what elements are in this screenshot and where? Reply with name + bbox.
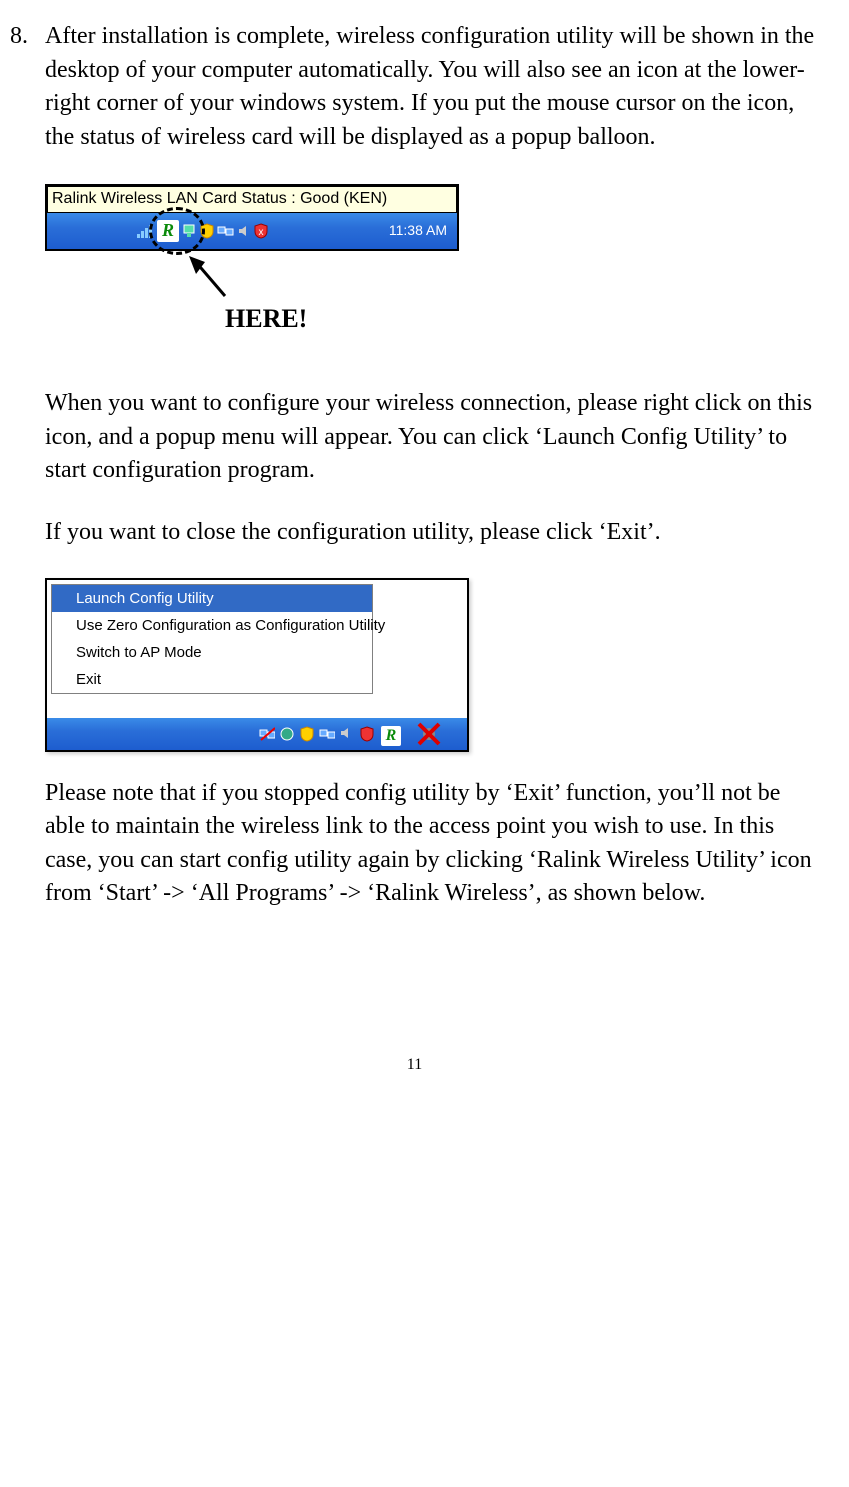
page-number: 11 [10,1054,819,1076]
windows-taskbar: R x [47,213,457,249]
volume-icon [237,214,251,248]
taskbar-clock: 11:38 AM [389,221,457,241]
menu-item-zero-config[interactable]: Use Zero Configuration as Configuration … [52,612,372,639]
paragraph-2: When you want to configure your wireless… [45,387,819,488]
red-x-annotation [415,720,443,757]
tray-network-disabled-icon [257,717,277,751]
svg-text:x: x [259,227,264,238]
security-alert-icon: x [253,214,269,248]
tray-volume-icon [337,717,357,751]
context-menu: Launch Config Utility Use Zero Configura… [51,584,373,694]
step-content: After installation is complete, wireless… [45,20,819,939]
tooltip-taskbar-container: Ralink Wireless LAN Card Status : Good (… [45,184,459,250]
tray-security-alert-icon [357,717,377,751]
step-number: 8. [10,20,45,54]
windows-taskbar-2: R [47,718,467,750]
highlight-circle [149,207,205,255]
tooltip-status-text: Ralink Wireless LAN Card Status : Good (… [47,186,457,212]
tray-globe-icon [277,717,297,751]
paragraph-1: After installation is complete, wireless… [45,20,819,154]
network-computers-icon [217,214,235,248]
here-label: HERE! [225,301,819,337]
menu-item-exit[interactable]: Exit [52,666,372,693]
context-menu-figure: Launch Config Utility Use Zero Configura… [45,578,469,752]
paragraph-4: Please note that if you stopped config u… [45,777,819,911]
arrow-icon [185,256,245,306]
tray-shield-icon [297,717,317,751]
step-8: 8. After installation is complete, wirel… [10,20,819,939]
menu-item-ap-mode[interactable]: Switch to AP Mode [52,639,372,666]
menu-item-launch-config[interactable]: Launch Config Utility [52,585,372,612]
tray-ralink-icon[interactable]: R [381,717,401,751]
tray-computers-icon [317,717,337,751]
paragraph-3: If you want to close the configuration u… [45,516,819,550]
tooltip-taskbar-figure: Ralink Wireless LAN Card Status : Good (… [45,184,819,337]
arrow-annotation: HERE! [175,256,819,337]
